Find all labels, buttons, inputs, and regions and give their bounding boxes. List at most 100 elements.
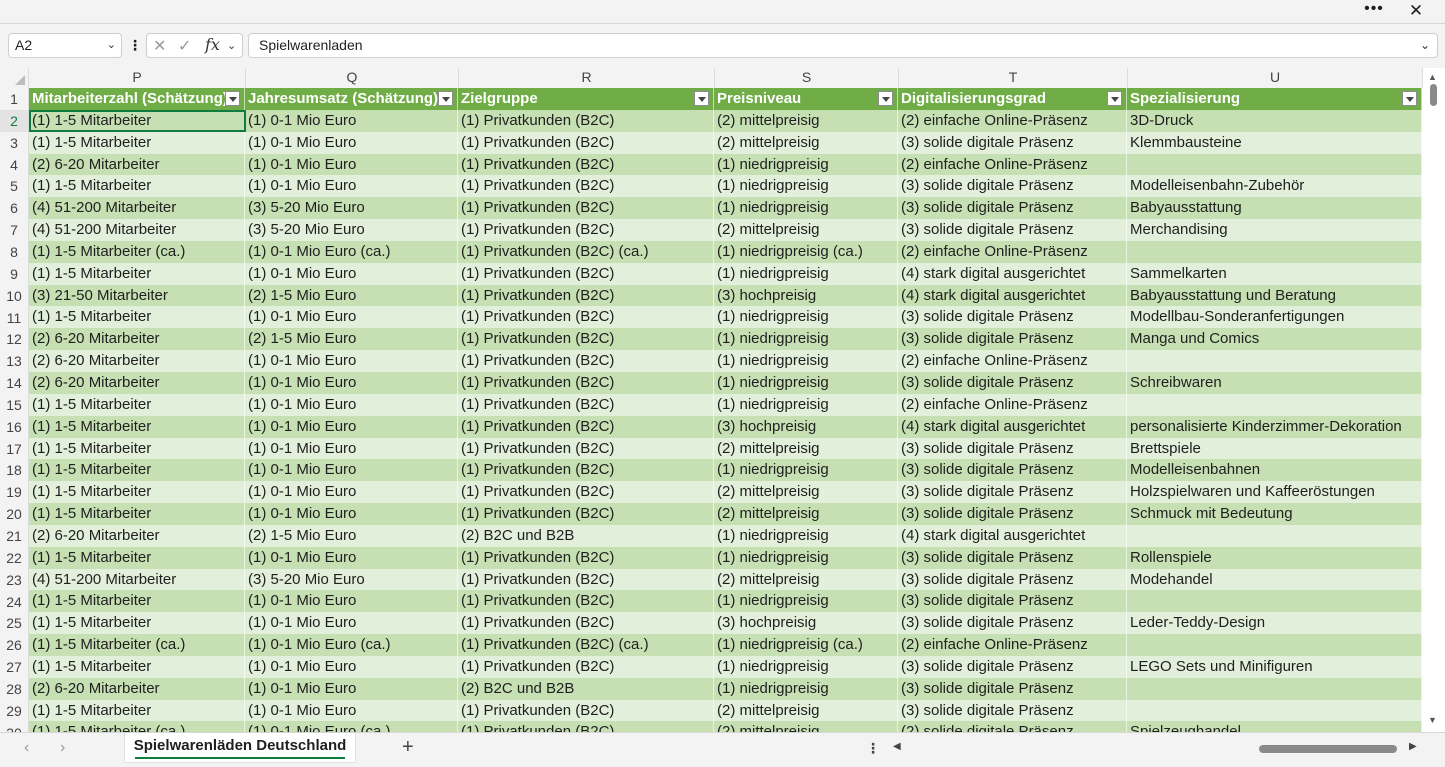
table-cell[interactable]: Leder-Teddy-Design [1127, 612, 1422, 635]
row-header[interactable]: 25 [0, 612, 29, 635]
table-cell[interactable]: (2) einfache Online-Präsenz [898, 153, 1127, 176]
vertical-dots-icon[interactable]: ⋮ [866, 740, 880, 757]
table-cell[interactable]: (1) 1-5 Mitarbeiter [29, 109, 245, 132]
table-cell[interactable]: (1) Privatkunden (B2C) [458, 612, 714, 635]
table-cell[interactable]: (3) solide digitale Präsenz [898, 546, 1127, 569]
table-cell[interactable] [1127, 524, 1422, 547]
table-cell[interactable]: (3) solide digitale Präsenz [898, 699, 1127, 722]
table-cell[interactable]: Babyausstattung und Beratung [1127, 284, 1422, 307]
table-cell[interactable]: (2) mittelpreisig [714, 699, 898, 722]
table-cell[interactable]: Brettspiele [1127, 437, 1422, 460]
table-cell[interactable]: (2) einfache Online-Präsenz [898, 109, 1127, 132]
table-cell[interactable]: (2) 6-20 Mitarbeiter [29, 677, 245, 700]
table-cell[interactable]: (2) 6-20 Mitarbeiter [29, 328, 245, 351]
table-cell[interactable]: (1) Privatkunden (B2C) [458, 219, 714, 241]
table-cell[interactable]: Babyausstattung [1127, 197, 1422, 220]
row-header[interactable]: 15 [0, 393, 29, 416]
row-header[interactable]: 16 [0, 415, 29, 438]
table-cell[interactable]: Modehandel [1127, 568, 1422, 591]
table-cell[interactable]: (2) 6-20 Mitarbeiter [29, 524, 245, 547]
vertical-dots-icon[interactable]: ⋮ [128, 36, 142, 56]
table-cell[interactable]: (4) stark digital ausgerichtet [898, 262, 1127, 285]
table-cell[interactable]: (1) 1-5 Mitarbeiter [29, 459, 245, 482]
column-header-P[interactable]: P [29, 68, 246, 88]
table-cell[interactable]: (1) Privatkunden (B2C) [458, 262, 714, 285]
filter-dropdown-icon[interactable] [1107, 91, 1122, 106]
table-cell[interactable]: (1) 1-5 Mitarbeiter [29, 262, 245, 285]
table-cell[interactable]: (1) 0-1 Mio Euro [245, 306, 458, 329]
table-cell[interactable]: (3) 5-20 Mio Euro [245, 219, 458, 241]
table-cell[interactable]: (1) Privatkunden (B2C) [458, 655, 714, 678]
column-header-U[interactable]: U [1128, 68, 1423, 88]
table-cell[interactable]: (2) 6-20 Mitarbeiter [29, 371, 245, 394]
table-cell[interactable]: (1) 1-5 Mitarbeiter [29, 306, 245, 329]
table-cell[interactable]: (1) Privatkunden (B2C) [458, 153, 714, 176]
row-header[interactable]: 1 [0, 88, 29, 110]
table-header-cell[interactable]: Spezialisierung [1127, 88, 1422, 110]
table-cell[interactable]: (1) 0-1 Mio Euro (ca.) [245, 721, 458, 732]
table-cell[interactable]: (4) stark digital ausgerichtet [898, 415, 1127, 438]
table-cell[interactable]: (3) solide digitale Präsenz [898, 219, 1127, 241]
row-header[interactable]: 2 [0, 109, 29, 132]
row-header[interactable]: 26 [0, 634, 29, 657]
table-cell[interactable]: (1) Privatkunden (B2C) (ca.) [458, 240, 714, 263]
table-cell[interactable]: (1) niedrigpreisig [714, 546, 898, 569]
table-cell[interactable]: (1) 0-1 Mio Euro (ca.) [245, 634, 458, 656]
table-cell[interactable]: (2) mittelpreisig [714, 131, 898, 154]
row-header[interactable]: 4 [0, 153, 29, 176]
table-cell[interactable]: (1) 0-1 Mio Euro [245, 612, 458, 635]
table-cell[interactable]: (1) Privatkunden (B2C) [458, 306, 714, 329]
table-cell[interactable]: (2) mittelpreisig [714, 568, 898, 591]
table-cell[interactable]: (2) mittelpreisig [714, 503, 898, 525]
row-header[interactable]: 10 [0, 284, 29, 307]
table-cell[interactable]: (3) hochpreisig [714, 415, 898, 438]
row-header[interactable]: 29 [0, 699, 29, 722]
table-cell[interactable]: (1) 1-5 Mitarbeiter [29, 175, 245, 198]
table-cell[interactable]: (2) 1-5 Mio Euro [245, 328, 458, 351]
table-cell[interactable]: (3) 5-20 Mio Euro [245, 568, 458, 591]
table-cell[interactable]: (1) 1-5 Mitarbeiter [29, 590, 245, 613]
table-cell[interactable]: (1) 0-1 Mio Euro [245, 590, 458, 613]
table-cell[interactable]: (1) niedrigpreisig [714, 677, 898, 700]
table-cell[interactable]: (1) Privatkunden (B2C) [458, 721, 714, 732]
table-cell[interactable]: (1) Privatkunden (B2C) [458, 109, 714, 132]
filter-dropdown-icon[interactable] [1402, 91, 1417, 106]
name-box[interactable]: A2 ⌄ [8, 33, 122, 58]
table-cell[interactable]: (1) 0-1 Mio Euro [245, 131, 458, 154]
table-header-cell[interactable]: Mitarbeiterzahl (Schätzung) [29, 88, 245, 110]
row-header[interactable]: 3 [0, 131, 29, 154]
table-cell[interactable]: (1) 0-1 Mio Euro [245, 437, 458, 460]
table-cell[interactable]: (1) 0-1 Mio Euro (ca.) [245, 240, 458, 263]
table-cell[interactable]: (1) Privatkunden (B2C) [458, 131, 714, 154]
filter-dropdown-icon[interactable] [878, 91, 893, 106]
insert-function-icon[interactable]: fx [205, 35, 220, 54]
row-header[interactable]: 7 [0, 219, 29, 242]
table-cell[interactable]: (1) 1-5 Mitarbeiter [29, 503, 245, 525]
table-cell[interactable]: (1) 0-1 Mio Euro [245, 175, 458, 198]
table-cell[interactable]: 3D-Druck [1127, 109, 1422, 132]
table-cell[interactable]: (4) 51-200 Mitarbeiter [29, 197, 245, 220]
table-cell[interactable]: (2) 1-5 Mio Euro [245, 524, 458, 547]
table-cell[interactable]: (1) niedrigpreisig [714, 306, 898, 329]
table-cell[interactable] [1127, 634, 1422, 656]
table-cell[interactable]: (1) 0-1 Mio Euro [245, 109, 458, 132]
table-header-cell[interactable]: Jahresumsatz (Schätzung) [245, 88, 458, 110]
table-cell[interactable]: Klemmbausteine [1127, 131, 1422, 154]
sheet-tab-active[interactable]: Spielwarenläden Deutschland [124, 733, 356, 763]
table-cell[interactable]: (1) Privatkunden (B2C) [458, 415, 714, 438]
table-cell[interactable]: (1) 1-5 Mitarbeiter [29, 655, 245, 678]
table-cell[interactable]: (4) 51-200 Mitarbeiter [29, 219, 245, 241]
more-options-icon[interactable]: ••• [1362, 1, 1386, 20]
enter-icon[interactable]: ✓ [178, 36, 191, 56]
cancel-icon[interactable]: ✕ [153, 36, 166, 56]
table-cell[interactable]: (1) Privatkunden (B2C) [458, 197, 714, 220]
table-cell[interactable]: (1) 1-5 Mitarbeiter (ca.) [29, 634, 245, 656]
table-cell[interactable]: (1) niedrigpreisig [714, 175, 898, 198]
table-cell[interactable]: (1) 0-1 Mio Euro [245, 503, 458, 525]
row-header[interactable]: 23 [0, 568, 29, 591]
table-cell[interactable]: (3) solide digitale Präsenz [898, 197, 1127, 220]
next-sheet-icon[interactable]: › [60, 739, 65, 757]
table-cell[interactable]: Schmuck mit Bedeutung [1127, 503, 1422, 525]
table-cell[interactable]: (1) niedrigpreisig [714, 350, 898, 372]
table-cell[interactable]: (1) niedrigpreisig [714, 459, 898, 482]
